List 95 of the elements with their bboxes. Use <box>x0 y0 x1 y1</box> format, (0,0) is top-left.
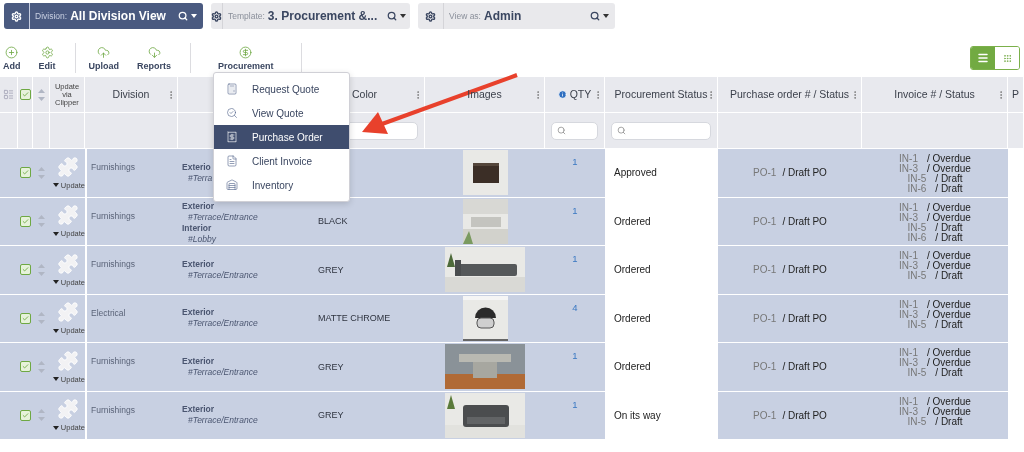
invoice-number: IN-1 <box>899 299 918 310</box>
invoice-status: / Overdue <box>927 212 971 223</box>
invoice-status: / Overdue <box>927 348 971 358</box>
location-area: Exterior <box>182 307 258 319</box>
invoice-number: IN-5 <box>907 368 927 378</box>
selector-label: View as: <box>449 11 481 21</box>
invoice-number: IN-3 <box>899 406 918 417</box>
po-status: / Draft PO <box>782 312 827 324</box>
location-tag: #Terrace/Entrance <box>182 318 258 330</box>
quantity-text: 1 <box>572 204 578 218</box>
invoice-status: / Overdue <box>927 154 971 164</box>
po-number: PO-1 <box>753 264 777 276</box>
invoice-number: IN-5 <box>907 222 927 233</box>
invoice-number: IN-3 <box>899 358 918 368</box>
status-text: Ordered <box>613 312 651 324</box>
quantity-text: 1 <box>572 398 578 412</box>
po-number: PO-1 <box>753 361 777 373</box>
invoice-status: / Draft <box>935 174 963 184</box>
location-tag: #Terrace/Entrance <box>182 415 258 427</box>
invoice-status: / Overdue <box>927 299 971 310</box>
invoice-status: / Overdue <box>927 309 971 320</box>
quantity-text: 1 <box>572 156 578 169</box>
invoice-status: / Draft <box>935 271 963 281</box>
division-text: Furnishings <box>91 162 135 174</box>
finish-text: BLACK <box>317 216 348 227</box>
location-area: Exterio <box>182 161 213 173</box>
finish-text: GREY <box>317 264 344 275</box>
invoice-number: IN-1 <box>899 348 918 358</box>
invoice-number: IN-3 <box>899 164 918 174</box>
status-text: Approved <box>613 167 657 179</box>
invoice-number: IN-1 <box>899 154 918 164</box>
location-tag: #Terrace/Entrance <box>182 366 258 378</box>
invoice-number: IN-1 <box>899 202 918 213</box>
status-text: Ordered <box>613 361 651 373</box>
po-number: PO-1 <box>753 215 777 227</box>
po-number: PO-1 <box>753 409 777 421</box>
finish-text: GREY <box>317 361 344 372</box>
invoice-status: / Draft <box>935 416 963 427</box>
division-text: Furnishings <box>91 210 135 223</box>
invoice-status: / Overdue <box>927 251 971 261</box>
location-tag: #Terrace/Entrance <box>182 211 258 223</box>
invoice-status: / Overdue <box>927 406 971 417</box>
invoice-number: IN-1 <box>899 396 918 407</box>
invoice-number: IN-3 <box>899 309 918 320</box>
invoice-status: / Draft <box>935 368 963 378</box>
invoice-number: IN-5 <box>907 416 927 427</box>
invoice-status: / Draft <box>935 319 963 330</box>
location-area: Interior <box>182 222 258 234</box>
location-tag: #Lobby <box>182 233 258 245</box>
selector-value: All Division View <box>70 9 166 23</box>
po-status: / Draft PO <box>782 361 827 373</box>
po-status: / Draft PO <box>782 167 827 179</box>
division-text: Furnishings <box>91 404 135 417</box>
selector-value: Admin <box>484 9 522 23</box>
invoice-status: / Overdue <box>927 261 971 271</box>
location-area: Exterior <box>182 404 258 416</box>
division-text: Furnishings <box>91 259 135 271</box>
invoice-status: / Draft <box>935 184 963 194</box>
selector-label: Template: <box>228 11 265 21</box>
po-status: / Draft PO <box>782 409 827 421</box>
invoice-number: IN-3 <box>899 212 918 223</box>
location-area: Exterior <box>182 200 258 212</box>
division-text: Electrical <box>91 307 126 320</box>
po-status: / Draft PO <box>782 215 827 227</box>
invoice-status: / Overdue <box>927 164 971 174</box>
status-text: On its way <box>613 409 661 421</box>
status-text: Ordered <box>613 264 651 276</box>
selector-label: Division: <box>35 11 68 21</box>
po-status: / Draft PO <box>782 264 827 276</box>
invoice-number: IN-5 <box>907 174 927 184</box>
invoice-number: IN-6 <box>907 232 927 243</box>
finish-text: GREY <box>317 410 344 421</box>
location-tag: #Terra <box>182 172 213 184</box>
location-area: Exterior <box>182 258 258 270</box>
invoice-number: IN-6 <box>907 184 927 194</box>
po-number: PO-1 <box>753 312 777 324</box>
location-area: Exterior <box>182 355 258 367</box>
status-text: Ordered <box>613 215 651 227</box>
invoice-number: IN-5 <box>907 271 927 281</box>
division-text: Furnishings <box>91 356 135 368</box>
invoice-status: / Draft <box>935 222 963 233</box>
quantity-text: 1 <box>572 350 578 363</box>
finish-text: MATTE CHROME <box>317 313 391 324</box>
location-tag: #Terrace/Entrance <box>182 269 258 281</box>
invoice-number: IN-3 <box>899 261 918 271</box>
invoice-number: IN-5 <box>907 319 927 330</box>
quantity-text: 1 <box>572 253 578 266</box>
invoice-status: / Overdue <box>927 396 971 407</box>
invoice-status: / Overdue <box>927 202 971 213</box>
po-number: PO-1 <box>753 167 777 179</box>
selector-value: 3. Procurement &... <box>267 9 378 23</box>
invoice-number: IN-1 <box>899 251 918 261</box>
invoice-status: / Draft <box>935 232 963 243</box>
quantity-text: 4 <box>572 301 578 315</box>
invoice-status: / Overdue <box>927 358 971 368</box>
